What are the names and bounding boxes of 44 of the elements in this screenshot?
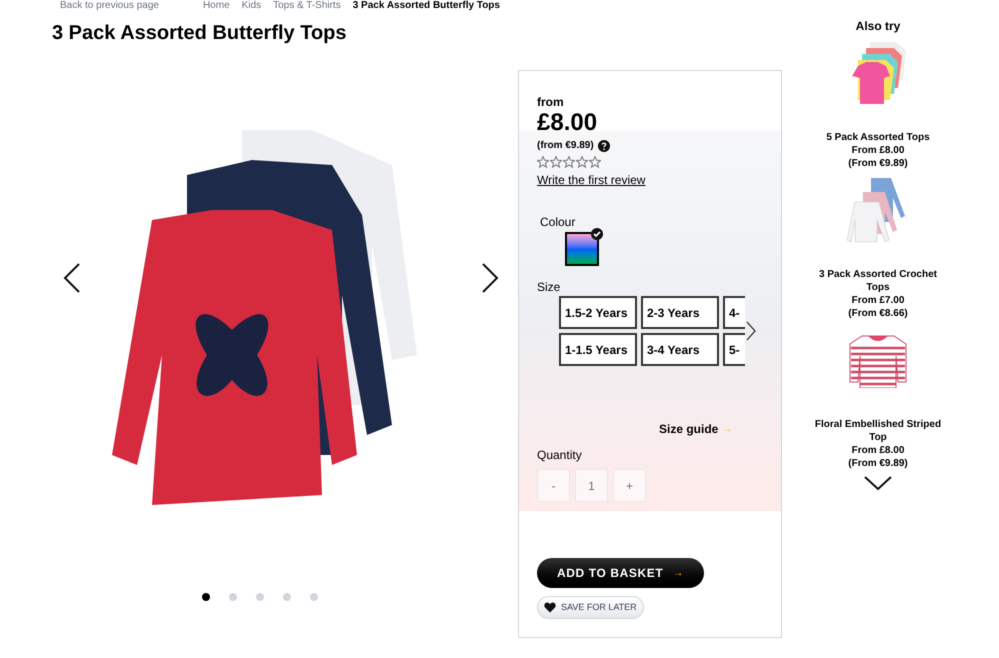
check-icon: [591, 228, 603, 240]
product-alt-price: (From €8.66): [848, 307, 908, 320]
product-alt-price: (From €9.89): [848, 457, 908, 470]
breadcrumb-link[interactable]: Tops & T-Shirts: [273, 0, 341, 12]
star-icon: [537, 156, 549, 168]
star-icon: [576, 156, 588, 168]
product-price: From £8.00: [852, 144, 904, 157]
product-name-link[interactable]: 3 Pack Assorted Crochet Tops: [808, 268, 948, 294]
product-price: From £8.00: [852, 444, 904, 457]
product-price: From £7.00: [852, 294, 904, 307]
quantity-label: Quantity: [537, 447, 582, 464]
size-option[interactable]: 2-3 Years: [641, 296, 719, 329]
review-link[interactable]: Write the first review: [537, 171, 646, 189]
star-icon: [589, 156, 601, 168]
chevron-right-icon[interactable]: [746, 321, 756, 341]
colour-label: Colour: [540, 214, 576, 231]
from-label: from: [537, 95, 565, 109]
star-icon: [550, 156, 562, 168]
arrow-right-icon[interactable]: [480, 262, 500, 294]
price: £8.00: [537, 109, 598, 137]
product-alt-price: (From €9.89): [848, 157, 908, 170]
star-icon: [563, 156, 575, 168]
size-guide-link[interactable]: Size guide →: [659, 420, 732, 438]
product-title: 3 Pack Assorted Butterfly Tops: [52, 21, 348, 45]
breadcrumb-link[interactable]: Home: [202, 0, 230, 12]
alt-price: (from €9.89): [537, 139, 594, 153]
size-option[interactable]: 5-: [723, 333, 745, 366]
product-name-link[interactable]: Floral Embellished Striped Top: [808, 418, 948, 444]
heart-icon: [544, 602, 556, 613]
breadcrumb-link[interactable]: 3 Pack Assorted Butterfly Tops: [352, 0, 500, 12]
save-for-later-button[interactable]: SAVE FOR LATER: [537, 596, 644, 619]
add-to-basket-button[interactable]: ADD TO BASKET →: [537, 558, 704, 588]
size-option[interactable]: 1-1.5 Years: [559, 333, 637, 366]
also-try-heading: Also try: [856, 20, 900, 33]
size-label: Size: [537, 279, 560, 296]
arrow-left-icon[interactable]: [62, 262, 82, 294]
help-icon[interactable]: [598, 140, 610, 152]
back-link[interactable]: Back to previous page: [60, 0, 159, 12]
product-name-link[interactable]: 5 Pack Assorted Tops: [808, 131, 948, 144]
chevron-down-icon[interactable]: [864, 476, 892, 490]
size-option[interactable]: 1.5-2 Years: [559, 296, 637, 329]
size-option[interactable]: 3-4 Years: [641, 333, 719, 366]
breadcrumb-link[interactable]: Kids: [242, 0, 262, 12]
size-option[interactable]: 4-: [723, 296, 745, 329]
